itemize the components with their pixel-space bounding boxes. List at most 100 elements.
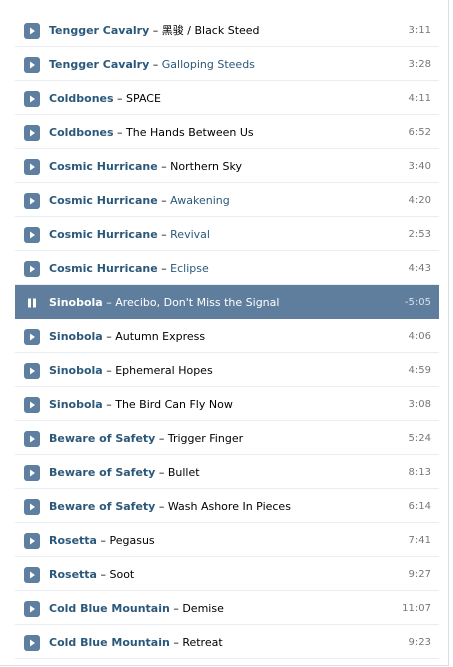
track-duration: 7:41 [408,535,431,546]
artist-link[interactable]: Rosetta [49,534,97,547]
song-title: Ephemeral Hopes [115,364,213,377]
track-row[interactable]: Tengger Cavalry – 黑骏 / Black Steed 3:11 [15,13,439,47]
artist-link[interactable]: Sinobola [49,296,103,309]
track-title: Beware of Safety – Wash Ashore In Pieces [49,499,389,515]
play-icon[interactable] [24,159,40,175]
song-title[interactable]: Galloping Steeds [162,58,255,71]
track-row[interactable]: Coldbones – The Hands Between Us 6:52 [15,115,439,149]
track-row[interactable]: Cosmic Hurricane – Eclipse 4:43 [15,251,439,285]
artist-link[interactable]: Sinobola [49,364,103,377]
play-icon[interactable] [24,329,40,345]
artist-link[interactable]: Cold Blue Mountain [49,602,170,615]
separator: – [161,228,167,241]
artist-link[interactable]: Tengger Cavalry [49,58,149,71]
track-row[interactable]: Rosetta – Pegasus 7:41 [15,523,439,557]
pause-icon[interactable] [24,295,40,311]
track-row[interactable]: Cosmic Hurricane – Revival 2:53 [15,217,439,251]
artist-link[interactable]: Cosmic Hurricane [49,194,158,207]
artist-link[interactable]: Coldbones [49,92,114,105]
separator: – [161,194,167,207]
song-title: Wash Ashore In Pieces [167,500,291,513]
track-row[interactable]: Coldbones – SPACE 4:11 [15,81,439,115]
track-duration: 4:11 [408,93,431,104]
play-icon[interactable] [24,23,40,39]
separator: – [106,398,112,411]
play-icon[interactable] [24,465,40,481]
song-title: Soot [109,568,135,581]
artist-link[interactable]: Coldbones [49,126,114,139]
play-icon[interactable] [24,533,40,549]
track-row-now-playing[interactable]: Sinobola – Arecibo, Don't Miss the Signa… [15,285,439,319]
play-icon[interactable] [24,57,40,73]
track-row[interactable]: Rosetta – Soot 9:27 [15,557,439,591]
separator: – [106,330,112,343]
artist-link[interactable]: Sinobola [49,330,103,343]
song-title[interactable]: Eclipse [170,262,209,275]
track-duration: 4:06 [408,331,431,342]
song-title[interactable]: Awakening [170,194,230,207]
audio-list-panel: Tengger Cavalry – 黑骏 / Black Steed 3:11 … [0,0,449,666]
track-row[interactable]: Tengger Cavalry – Galloping Steeds 3:28 [15,47,439,81]
separator: – [173,602,179,615]
play-icon[interactable] [24,193,40,209]
track-title: Rosetta – Pegasus [49,533,389,549]
play-icon[interactable] [24,431,40,447]
artist-link[interactable]: Tengger Cavalry [49,24,149,37]
track-row[interactable]: Cold Blue Mountain – Retreat 9:23 [15,625,439,659]
track-title: Cosmic Hurricane – Revival [49,227,389,243]
separator: – [106,364,112,377]
play-icon[interactable] [24,363,40,379]
play-icon[interactable] [24,601,40,617]
track-row[interactable]: Cold Blue Mountain – Demise 11:07 [15,591,439,625]
track-row[interactable]: Sinobola – The Bird Can Fly Now 3:08 [15,387,439,421]
track-title: Sinobola – Ephemeral Hopes [49,363,389,379]
separator: – [100,534,106,547]
play-icon[interactable] [24,227,40,243]
separator: – [161,262,167,275]
song-title[interactable]: Revival [170,228,210,241]
artist-link[interactable]: Rosetta [49,568,97,581]
artist-link[interactable]: Cosmic Hurricane [49,160,158,173]
play-icon[interactable] [24,125,40,141]
track-row[interactable]: Beware of Safety – Wash Ashore In Pieces… [15,489,439,523]
song-title: Northern Sky [170,160,242,173]
track-row[interactable]: Sinobola – Autumn Express 4:06 [15,319,439,353]
song-title: Demise [182,602,224,615]
track-title: Cold Blue Mountain – Retreat [49,635,389,651]
play-icon[interactable] [24,635,40,651]
separator: – [158,500,165,513]
play-icon[interactable] [24,397,40,413]
song-title: 黑骏 / Black Steed [161,24,260,37]
song-title: SPACE [126,92,161,105]
artist-link[interactable]: Cold Blue Mountain [49,636,170,649]
track-duration: 5:24 [408,433,431,444]
separator: – [117,126,123,139]
track-row[interactable]: Beware of Safety – Trigger Finger 5:24 [15,421,439,455]
track-title: Tengger Cavalry – 黑骏 / Black Steed [49,23,389,39]
track-row[interactable]: Beware of Safety – Bullet 8:13 [15,455,439,489]
track-duration: 6:14 [408,501,431,512]
track-list: Tengger Cavalry – 黑骏 / Black Steed 3:11 … [15,13,439,659]
artist-link[interactable]: Beware of Safety [49,466,155,479]
artist-link[interactable]: Beware of Safety [49,432,155,445]
track-row[interactable]: Cosmic Hurricane – Awakening 4:20 [15,183,439,217]
song-title: Autumn Express [115,330,206,343]
track-title: Coldbones – The Hands Between Us [49,125,389,141]
track-title: Cold Blue Mountain – Demise [49,601,389,617]
play-icon[interactable] [24,91,40,107]
track-row[interactable]: Cosmic Hurricane – Northern Sky 3:40 [15,149,439,183]
play-icon[interactable] [24,261,40,277]
song-title: The Bird Can Fly Now [115,398,233,411]
artist-link[interactable]: Sinobola [49,398,103,411]
artist-link[interactable]: Cosmic Hurricane [49,262,158,275]
track-duration: 3:40 [408,161,431,172]
track-duration: 2:53 [408,229,431,240]
track-title: Cosmic Hurricane – Awakening [49,193,389,209]
track-row[interactable]: Sinobola – Ephemeral Hopes 4:59 [15,353,439,387]
play-icon[interactable] [24,499,40,515]
track-title: Beware of Safety – Trigger Finger [49,431,389,447]
play-icon[interactable] [24,567,40,583]
track-title: Cosmic Hurricane – Eclipse [49,261,389,277]
artist-link[interactable]: Beware of Safety [49,500,155,513]
artist-link[interactable]: Cosmic Hurricane [49,228,158,241]
